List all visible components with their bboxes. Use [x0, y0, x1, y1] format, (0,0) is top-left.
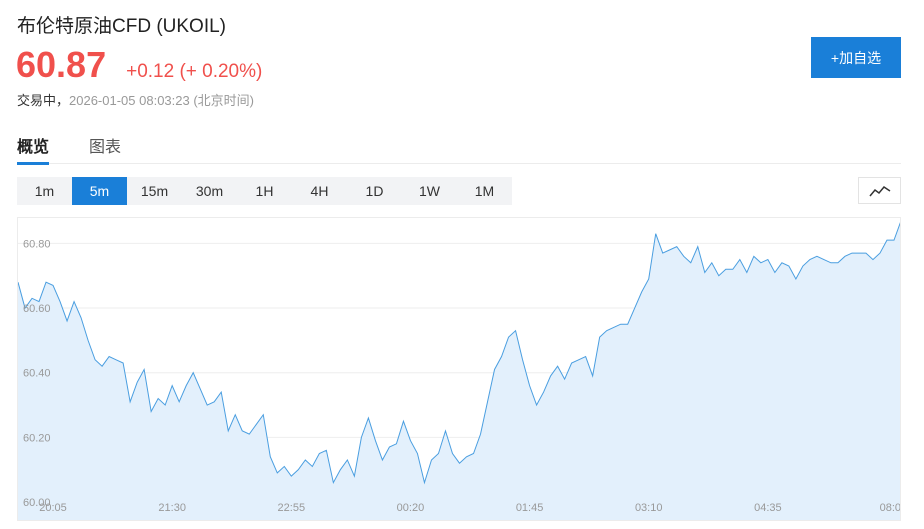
period-5m[interactable]: 5m	[72, 177, 127, 205]
period-1m[interactable]: 1m	[17, 177, 72, 205]
x-tick-label: 00:20	[397, 502, 425, 514]
period-selector: 1m 5m 15m 30m 1H 4H 1D 1W 1M	[17, 177, 512, 205]
x-tick-label: 01:45	[516, 502, 544, 514]
price-change: +0.12 (+ 0.20%)	[126, 61, 263, 82]
price-area	[18, 223, 900, 520]
status-label: 交易中，	[17, 93, 70, 108]
period-1h[interactable]: 1H	[237, 177, 292, 205]
current-price: 60.87	[16, 44, 107, 85]
y-tick-label: 60.40	[23, 368, 51, 380]
price-chart[interactable]: 60.00 60.20 60.40 60.60 60.80 20:05 21:30 22:55…	[17, 217, 901, 521]
y-tick-label: 60.60	[23, 303, 51, 315]
x-tick-label: 03:10	[635, 502, 663, 514]
x-tick-label: 22:55	[278, 502, 306, 514]
y-tick-label: 60.80	[23, 238, 51, 250]
x-tick-label: 08:0	[880, 502, 901, 514]
period-15m[interactable]: 15m	[127, 177, 182, 205]
status-time: 2026-01-05 08:03:23 (北京时间)	[69, 93, 254, 108]
chart-type-button[interactable]	[858, 177, 901, 204]
period-1d[interactable]: 1D	[347, 177, 402, 205]
instrument-title: 布伦特原油CFD (UKOIL)	[17, 16, 227, 37]
price-row: 60.87 +0.12 (+ 0.20%)	[16, 44, 262, 86]
add-to-watchlist-button[interactable]: +加自选	[811, 37, 901, 78]
x-tick-label: 21:30	[158, 502, 186, 514]
period-1mo[interactable]: 1M	[457, 177, 512, 205]
main-tabs: 概览 图表	[17, 130, 901, 165]
x-tick-label: 20:05	[39, 502, 67, 514]
period-1w[interactable]: 1W	[402, 177, 457, 205]
trading-status: 交易中，2026-01-05 08:03:23 (北京时间)	[17, 90, 254, 109]
line-chart-icon	[868, 185, 890, 196]
tab-chart[interactable]: 图表	[89, 130, 121, 164]
tab-overview[interactable]: 概览	[17, 130, 50, 165]
x-tick-label: 04:35	[754, 502, 782, 514]
price-chart-svg: 60.0060.2060.4060.6060.8020:05 21:30 22:55…	[18, 222, 901, 520]
period-30m[interactable]: 30m	[182, 177, 237, 205]
period-4h[interactable]: 4H	[292, 177, 347, 205]
y-tick-label: 60.20	[23, 432, 51, 444]
